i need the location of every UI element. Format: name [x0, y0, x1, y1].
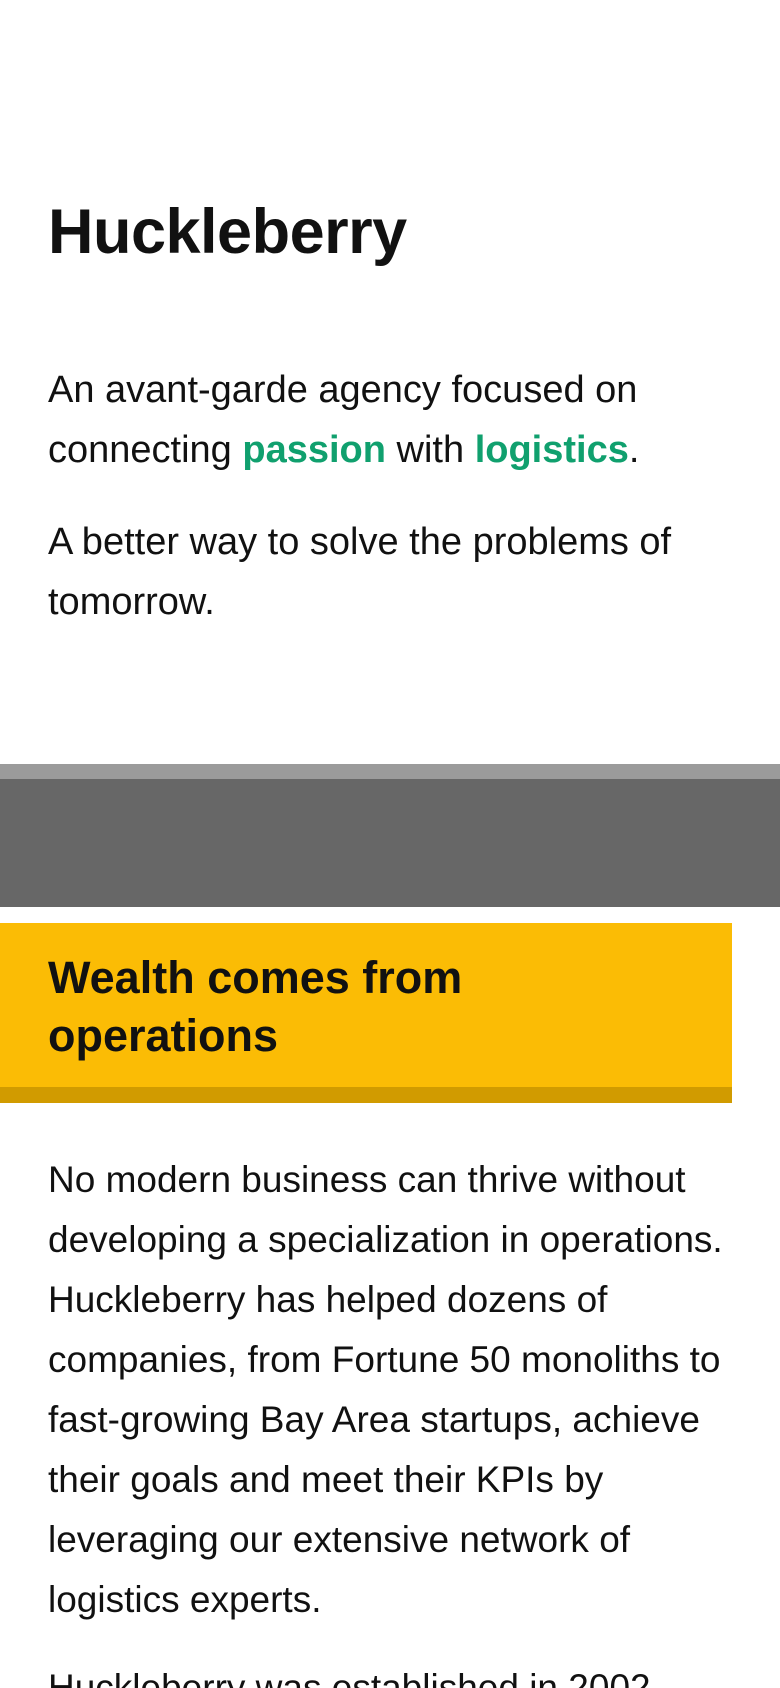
- body-text: No modern business can thrive without de…: [48, 1150, 738, 1688]
- callout-shadow-strip: [0, 1087, 732, 1103]
- band-top-strip: [0, 764, 780, 779]
- accent-passion: passion: [242, 429, 386, 471]
- tagline: An avant-garde agency focused on connect…: [48, 360, 732, 480]
- accent-logistics: logistics: [474, 429, 629, 471]
- body-paragraph: Huckleberry was established in 2002: [48, 1667, 651, 1688]
- subline: A better way to solve the problems of to…: [48, 521, 672, 623]
- image-placeholder-band: [0, 764, 780, 907]
- page: Huckleberry An avant-garde agency focuse…: [0, 0, 780, 1688]
- tagline-mid: with: [385, 429, 475, 471]
- hero-section: Huckleberry An avant-garde agency focuse…: [0, 0, 780, 632]
- callout-heading: Wealth comes from operations: [48, 952, 463, 1061]
- body-paragraph: No modern business can thrive without de…: [48, 1159, 723, 1620]
- callout-box: Wealth comes from operations: [0, 923, 732, 1103]
- brand-title: Huckleberry: [48, 197, 407, 267]
- tagline-end: .: [628, 429, 640, 471]
